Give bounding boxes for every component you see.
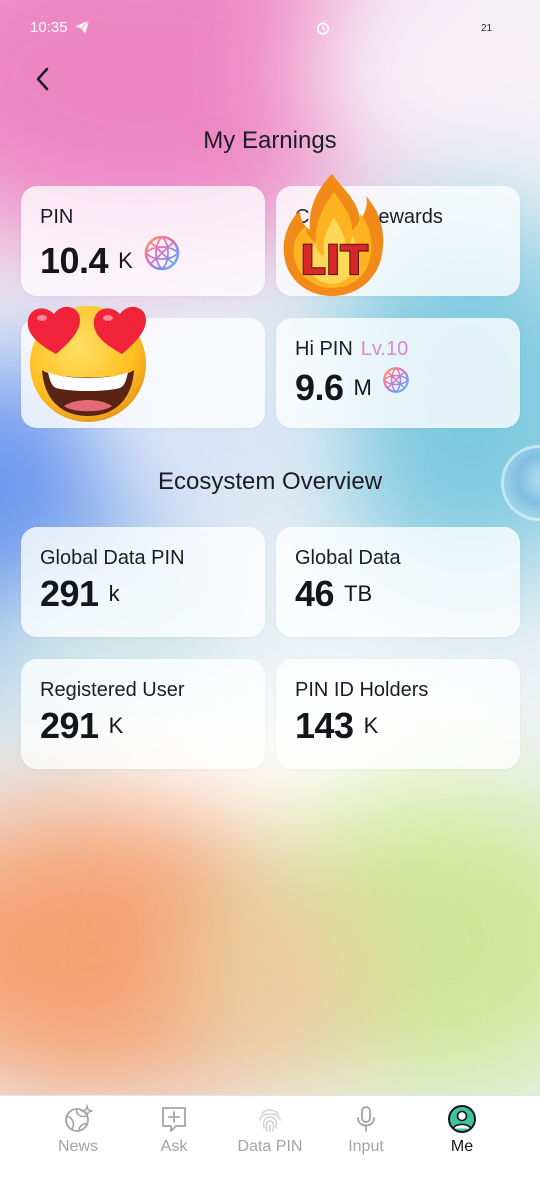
back-button[interactable] (28, 64, 56, 94)
nav-item-data-pin[interactable]: Data PIN (220, 1104, 320, 1156)
value-unit: M (353, 374, 372, 400)
value-number: 10.4 (40, 239, 109, 281)
alarm-icon (317, 22, 329, 35)
user-avatar-icon (448, 1105, 476, 1133)
nav-label: Me (450, 1138, 474, 1155)
eco-card-global-data-pin: Global Data PIN 291 k (21, 527, 265, 637)
status-time: 10:35 (30, 19, 68, 36)
ecosystem-title: Ecosystem Overview (157, 468, 383, 495)
nav-label: Input (348, 1138, 384, 1155)
earnings-title: My Earnings (203, 127, 337, 154)
value-number: 9.6 (295, 366, 344, 408)
nav-item-ask[interactable]: Ask (124, 1104, 224, 1156)
fingerprint-icon (259, 1109, 281, 1132)
value-number: 291 (40, 705, 99, 746)
battery-level: 21 (481, 23, 493, 34)
card-value: 143 K (295, 707, 520, 745)
pin-token-icon (143, 234, 181, 287)
value-number: 291 (40, 573, 99, 614)
level-badge: Lv.10 (360, 338, 409, 360)
value-unit: TB (344, 581, 373, 606)
chevron-left-icon (36, 67, 49, 91)
card-value: 46 TB (295, 575, 520, 613)
globe-sparkle-icon (65, 1104, 93, 1132)
value-unit: K (118, 247, 133, 273)
card-value: 10.4 K (40, 234, 265, 287)
value-number: 143 (295, 705, 354, 746)
card-value: 9.6 M (295, 366, 520, 409)
card-label-row: Hi PIN Lv.10 (295, 338, 520, 360)
value-unit: k (108, 581, 120, 606)
card-label: PIN ID Holders (295, 679, 429, 701)
value-unit: K (363, 713, 379, 738)
lit-sticker-text: LIT (300, 238, 368, 284)
eco-card-global-data: Global Data 46 TB (276, 527, 520, 637)
status-bar: 10:35 21 (0, 0, 540, 56)
pin-token-icon (382, 366, 410, 409)
nav-item-news[interactable]: News (28, 1104, 128, 1156)
card-label: PIN (40, 206, 74, 228)
lit-fire-sticker: LIT (280, 170, 388, 300)
card-label: Global Data PIN (40, 547, 185, 569)
nav-item-input[interactable]: Input (316, 1104, 416, 1156)
earnings-card-pin[interactable]: PIN 10.4 K (21, 186, 265, 296)
earnings-card-hi-pin[interactable]: Hi PIN Lv.10 9.6 M (276, 318, 520, 428)
telegram-send-icon (75, 20, 90, 34)
nav-label: Ask (160, 1138, 188, 1155)
eco-card-pin-id-holders: PIN ID Holders 143 K (276, 659, 520, 769)
card-value: 291 K (40, 707, 265, 745)
nav-item-me[interactable]: Me (412, 1104, 512, 1156)
card-label: Hi PIN (295, 338, 353, 360)
value-unit: K (108, 713, 124, 738)
bottom-nav: News Ask Data PIN Input Me (0, 1095, 540, 1200)
card-value: 291 k (40, 575, 265, 613)
nav-label: Data PIN (237, 1138, 303, 1155)
microphone-icon (357, 1106, 375, 1132)
plus-chat-icon (162, 1107, 186, 1132)
nav-label: News (57, 1138, 98, 1155)
eco-card-registered-user: Registered User 291 K (21, 659, 265, 769)
card-label: Registered User (40, 679, 185, 701)
app-screen: 10:35 21 My Earnings PIN 10.4 K Rewards … (0, 0, 540, 1200)
value-number: 46 (295, 573, 335, 614)
card-label: Global Data (295, 547, 401, 569)
heart-eyes-emoji (24, 298, 154, 424)
